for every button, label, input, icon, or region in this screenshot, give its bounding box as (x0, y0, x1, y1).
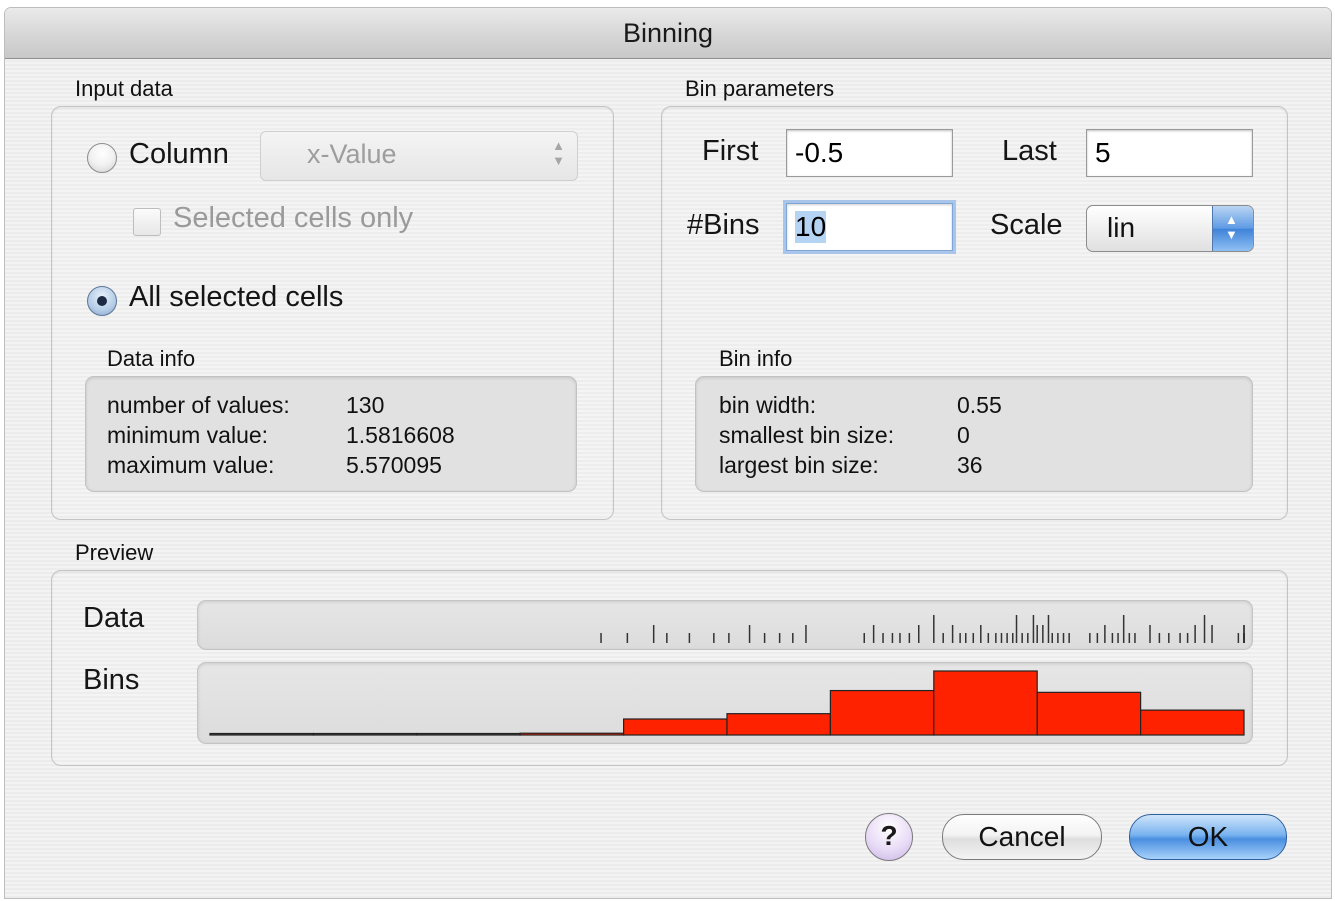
selected-cells-only-label[interactable]: Selected cells only (173, 202, 413, 235)
histogram-bar (829, 689, 935, 736)
data-info-value: 1.5816608 (346, 422, 455, 448)
bin-info-key: largest bin size: (719, 452, 879, 478)
bins-histogram (209, 670, 1245, 736)
column-radio[interactable] (87, 143, 117, 173)
bins-label: #Bins (687, 209, 760, 241)
bin-info-key: bin width: (719, 392, 817, 418)
histogram-bar (1036, 691, 1142, 736)
all-selected-cells-label[interactable]: All selected cells (129, 281, 343, 314)
data-strip (197, 600, 1253, 650)
radio-dot-icon (97, 296, 107, 306)
histogram-bar (416, 732, 521, 736)
first-field[interactable]: -0.5 (786, 129, 953, 177)
column-select-value: x-Value (307, 139, 397, 169)
data-info-key: number of values: (107, 392, 290, 418)
window-title: Binning (5, 8, 1331, 59)
histogram-bar (933, 670, 1038, 736)
bin-info-value: 0.55 (957, 392, 1002, 418)
last-label: Last (1002, 135, 1057, 167)
histogram-bar (312, 732, 418, 736)
histogram-bar (726, 713, 832, 736)
column-radio-label[interactable]: Column (129, 138, 229, 171)
histogram-bar (519, 732, 625, 736)
last-field-value: 5 (1095, 137, 1111, 168)
histogram-bar (209, 732, 315, 736)
data-info-key: maximum value: (107, 452, 275, 478)
bin-info-value: 36 (957, 452, 983, 478)
first-label: First (702, 135, 759, 167)
preview-data-label: Data (83, 602, 145, 634)
bin-info-label: Bin info (719, 346, 793, 371)
binning-dialog: Binning Input data Column x-Value ▲ ▼ Sel… (5, 8, 1331, 898)
all-selected-cells-radio[interactable] (87, 286, 117, 316)
preview-bins-label: Bins (83, 664, 140, 696)
selected-cells-only-checkbox[interactable] (133, 208, 161, 236)
column-select[interactable]: x-Value ▲ ▼ (260, 131, 578, 181)
first-field-value: -0.5 (795, 137, 844, 168)
data-info-label: Data info (107, 346, 196, 371)
data-info-key: minimum value: (107, 422, 269, 448)
scale-label: Scale (990, 209, 1063, 241)
data-ticks-plot (600, 615, 1245, 643)
preview-label: Preview (75, 540, 154, 565)
bins-strip (197, 662, 1253, 744)
stepper-arrows-icon: ▲ ▼ (552, 138, 565, 168)
histogram-bar (623, 718, 728, 736)
bins-field-value: 10 (795, 211, 827, 243)
ok-button[interactable]: OK (1129, 814, 1287, 860)
cancel-button[interactable]: Cancel (942, 814, 1102, 860)
input-data-label: Input data (75, 76, 173, 101)
stepper-arrows-icon: ▲ ▼ (1212, 206, 1253, 251)
data-info-value: 5.570095 (346, 452, 442, 478)
bin-parameters-label: Bin parameters (685, 76, 835, 101)
scale-select-value: lin (1107, 212, 1136, 243)
data-info-value: 130 (346, 392, 385, 418)
scale-select[interactable]: lin ▲ ▼ (1086, 205, 1254, 252)
bin-info-key: smallest bin size: (719, 422, 895, 448)
last-field[interactable]: 5 (1086, 129, 1253, 177)
help-button[interactable]: ? (865, 813, 913, 861)
histogram-bar (1139, 709, 1245, 736)
bins-field[interactable]: 10 (786, 203, 953, 251)
bin-info-value: 0 (957, 422, 970, 448)
